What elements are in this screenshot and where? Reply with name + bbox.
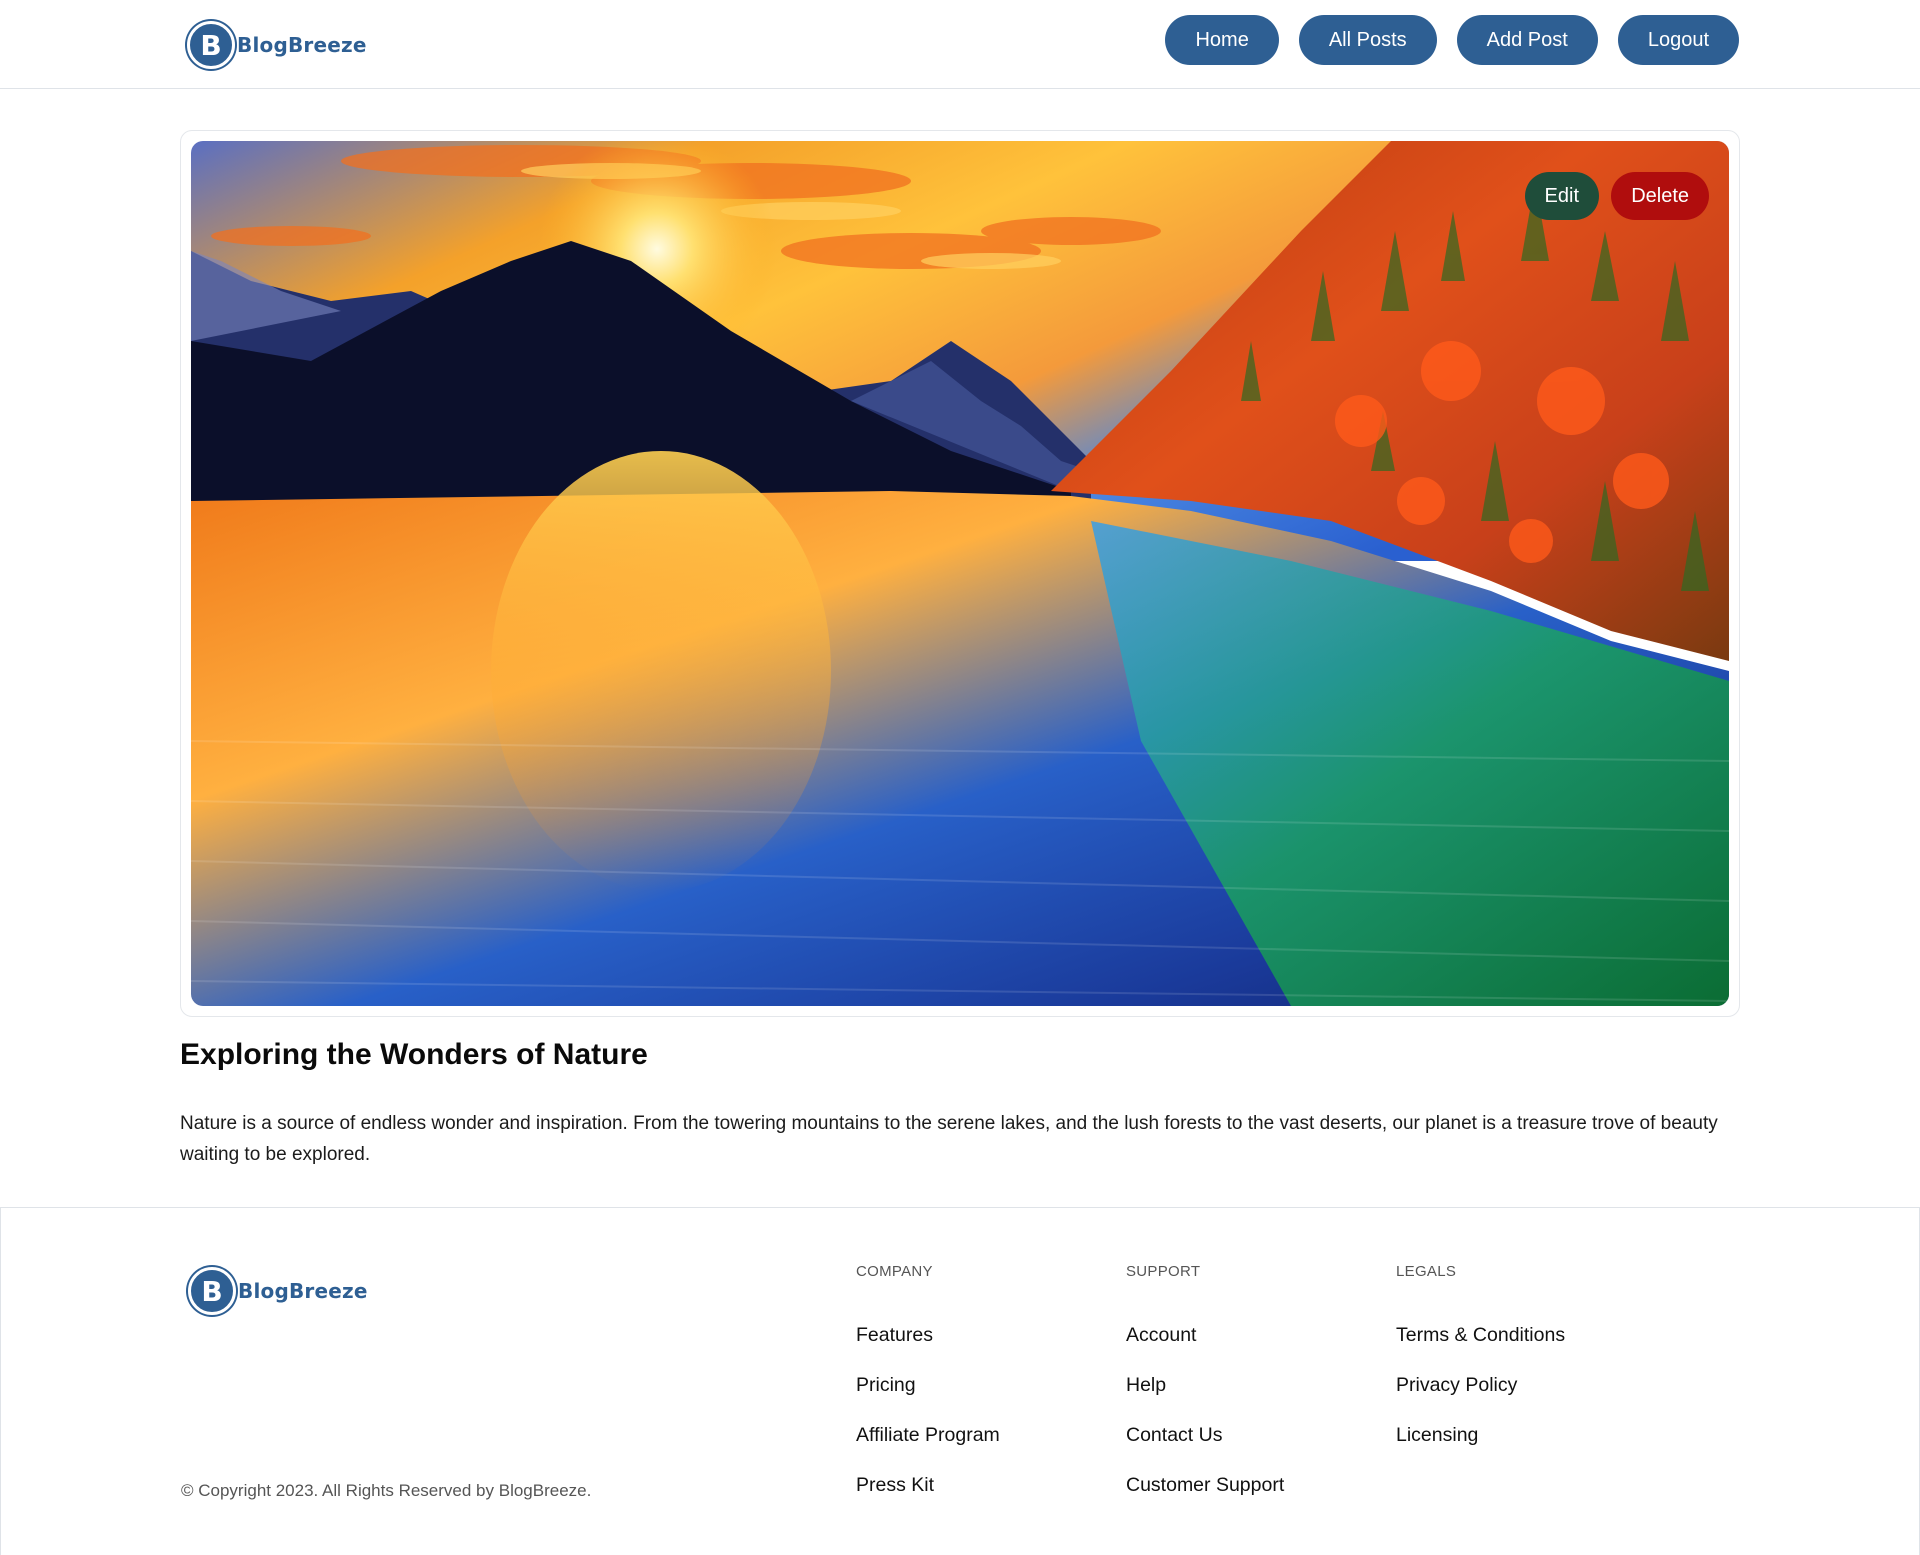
post-title: Exploring the Wonders of Nature [180, 1038, 648, 1071]
brand-logo[interactable]: B BlogBreeze [187, 21, 367, 69]
footer-heading: COMPANY [856, 1263, 933, 1280]
footer-link-customer-support[interactable]: Customer Support [1126, 1474, 1284, 1524]
footer-link-affiliate-program[interactable]: Affiliate Program [856, 1424, 1000, 1474]
footer-link-press-kit[interactable]: Press Kit [856, 1474, 1000, 1524]
delete-post-button[interactable]: Delete [1611, 172, 1709, 220]
footer-heading: SUPPORT [1126, 1263, 1201, 1280]
footer-link-help[interactable]: Help [1126, 1374, 1284, 1424]
main-nav: Home All Posts Add Post Logout [1165, 15, 1739, 65]
footer-column-support: SUPPORT Account Help Contact Us Customer… [1126, 1263, 1284, 1524]
nav-add-post-button[interactable]: Add Post [1456, 15, 1598, 65]
brand-name: BlogBreeze [238, 1279, 368, 1303]
footer-link-features[interactable]: Features [856, 1324, 1000, 1374]
post-hero-image: Edit Delete [191, 141, 1729, 1006]
site-header: B BlogBreeze Home All Posts Add Post Log… [0, 0, 1920, 89]
footer-link-privacy-policy[interactable]: Privacy Policy [1396, 1374, 1565, 1424]
footer-link-pricing[interactable]: Pricing [856, 1374, 1000, 1424]
copyright-text: © Copyright 2023. All Rights Reserved by… [181, 1481, 592, 1500]
logo-mark-icon: B [187, 21, 235, 69]
site-footer: B BlogBreeze © Copyright 2023. All Right… [0, 1207, 1920, 1555]
footer-brand-logo[interactable]: B BlogBreeze [188, 1267, 368, 1315]
nav-logout-button[interactable]: Logout [1617, 15, 1739, 65]
post-card: Edit Delete [180, 130, 1740, 1017]
nav-all-posts-button[interactable]: All Posts [1298, 15, 1437, 65]
footer-link-account[interactable]: Account [1126, 1324, 1284, 1374]
nav-home-button[interactable]: Home [1165, 15, 1279, 65]
footer-link-contact-us[interactable]: Contact Us [1126, 1424, 1284, 1474]
footer-column-legals: LEGALS Terms & Conditions Privacy Policy… [1396, 1263, 1565, 1474]
footer-heading: LEGALS [1396, 1263, 1457, 1280]
brand-name: BlogBreeze [237, 33, 367, 57]
footer-link-terms-conditions[interactable]: Terms & Conditions [1396, 1324, 1565, 1374]
edit-post-button[interactable]: Edit [1524, 172, 1599, 220]
logo-mark-icon: B [188, 1267, 236, 1315]
footer-link-licensing[interactable]: Licensing [1396, 1424, 1565, 1474]
footer-column-company: COMPANY Features Pricing Affiliate Progr… [856, 1263, 1000, 1524]
post-body: Nature is a source of endless wonder and… [180, 1113, 1718, 1165]
